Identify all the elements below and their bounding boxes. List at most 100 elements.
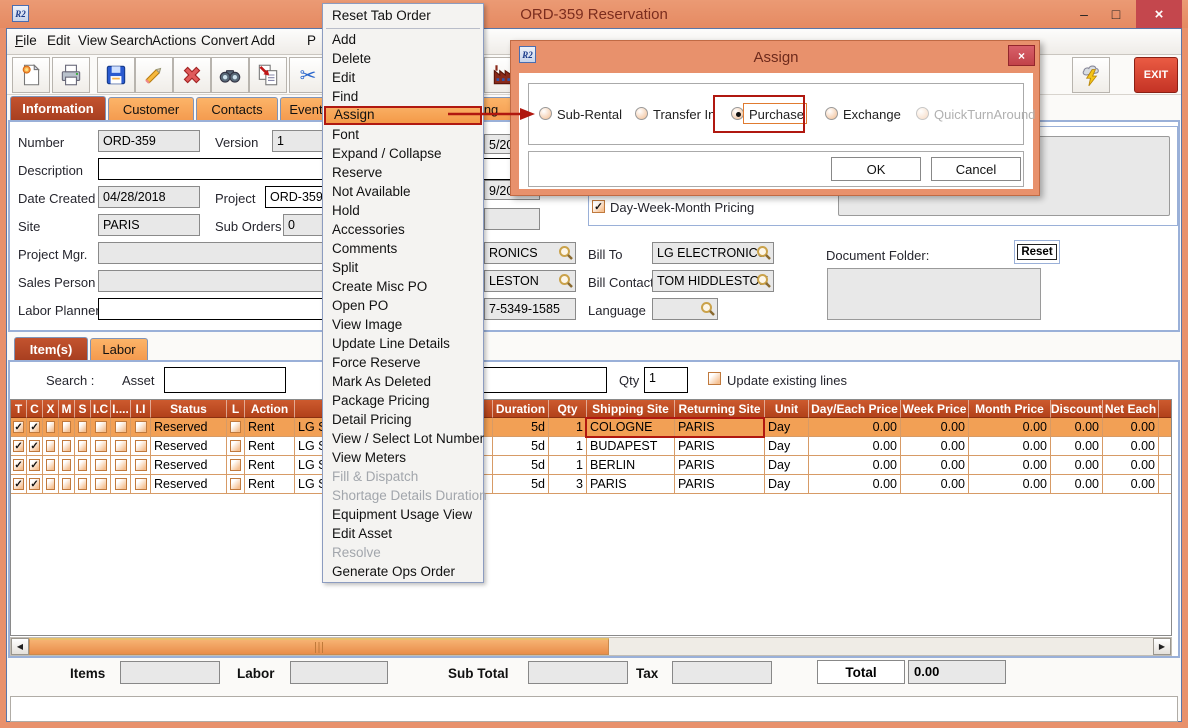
duration-field[interactable] <box>484 208 540 230</box>
grid-header-duration[interactable]: Duration <box>493 400 549 418</box>
grid-header-l[interactable]: L <box>227 400 245 418</box>
row-checkbox[interactable] <box>230 478 241 490</box>
menu-item-update-line-details[interactable]: Update Line Details <box>324 334 482 353</box>
row-checkbox[interactable]: ✓ <box>13 459 23 471</box>
menu-item-equipment-usage-view[interactable]: Equipment Usage View <box>324 505 482 524</box>
row-checkbox[interactable] <box>135 440 147 452</box>
tab-items[interactable]: Item(s) <box>14 337 88 360</box>
reset-button[interactable]: Reset <box>1017 244 1056 260</box>
menu-add[interactable]: Add <box>251 33 275 48</box>
delete-button[interactable] <box>173 57 211 93</box>
update-lines-checkbox[interactable] <box>708 372 721 385</box>
language-field[interactable] <box>652 298 718 320</box>
row-checkbox[interactable] <box>62 478 71 490</box>
table-row[interactable]: ✓✓ReservedRentLG ST5d1BUDAPESTPARISDay0.… <box>11 437 1172 456</box>
dialog-close-button[interactable]: × <box>1008 45 1035 66</box>
edit-button[interactable] <box>135 57 173 93</box>
save-button[interactable] <box>97 57 135 93</box>
grid-header-i-c[interactable]: I.C <box>91 400 111 418</box>
menu-item-create-misc-po[interactable]: Create Misc PO <box>324 277 482 296</box>
grid-header-week-price[interactable]: Week Price <box>901 400 969 418</box>
menu-item-edit[interactable]: Edit <box>324 68 482 87</box>
scrollbar-thumb[interactable] <box>29 638 609 655</box>
menu-convert[interactable]: Convert <box>201 33 248 48</box>
row-checkbox[interactable] <box>78 440 87 452</box>
menu-view[interactable]: View <box>78 33 107 48</box>
tab-information[interactable]: Information <box>10 96 106 120</box>
print-button[interactable] <box>52 57 90 93</box>
phone-field[interactable]: 7-5349-1585 <box>484 298 576 320</box>
search-icon[interactable] <box>756 245 772 264</box>
grid-header-discount[interactable]: Discount <box>1051 400 1103 418</box>
grid-header-s[interactable]: S <box>75 400 91 418</box>
grid-header-m[interactable]: M <box>59 400 75 418</box>
grid-header-qty[interactable]: Qty <box>549 400 587 418</box>
row-checkbox[interactable] <box>78 478 87 490</box>
menu-item-reset-tab-order[interactable]: Reset Tab Order <box>324 5 482 27</box>
row-checkbox[interactable]: ✓ <box>29 440 39 452</box>
cancel-button[interactable]: Cancel <box>931 157 1021 181</box>
table-row[interactable]: ✓✓ReservedRentLG ST5d3PARISPARISDay0.000… <box>11 475 1172 494</box>
row-checkbox[interactable] <box>230 459 241 471</box>
exit-button[interactable]: EXIT <box>1134 57 1178 93</box>
quick-action-button[interactable] <box>1072 57 1110 93</box>
row-checkbox[interactable] <box>115 440 127 452</box>
menu-item-accessories[interactable]: Accessories <box>324 220 482 239</box>
number-field[interactable]: ORD-359 <box>98 130 200 152</box>
row-checkbox[interactable] <box>46 421 55 433</box>
pricing-checkbox[interactable]: ✓ <box>592 200 605 213</box>
ok-button[interactable]: OK <box>831 157 921 181</box>
document-folder-box[interactable] <box>827 268 1041 320</box>
customer-field[interactable]: RONICS <box>484 242 576 264</box>
grid-header-returning-site[interactable]: Returning Site <box>675 400 765 418</box>
menu-file[interactable]: File <box>15 33 37 48</box>
qty-input[interactable]: 1 <box>644 367 688 393</box>
sales-person-field[interactable] <box>98 270 324 292</box>
grid-header-ne[interactable]: Ne <box>1159 400 1172 418</box>
bill-contact-field[interactable]: TOM HIDDLESTON <box>652 270 774 292</box>
grid-header-c[interactable]: C <box>27 400 43 418</box>
row-checkbox[interactable]: ✓ <box>13 478 23 490</box>
menu-item-split[interactable]: Split <box>324 258 482 277</box>
scroll-right-button[interactable]: ▶ <box>1153 638 1171 655</box>
horizontal-scrollbar[interactable]: ◀ ▶ <box>10 637 1172 656</box>
tab-contacts[interactable]: Contacts <box>196 97 278 121</box>
menu-item-delete[interactable]: Delete <box>324 49 482 68</box>
date-created-field[interactable]: 04/28/2018 <box>98 186 200 208</box>
radio-sub-rental[interactable] <box>539 107 552 120</box>
close-button[interactable]: × <box>1136 0 1182 28</box>
row-checkbox[interactable] <box>95 478 107 490</box>
grid-header-day-each-price[interactable]: Day/Each Price <box>809 400 901 418</box>
tab-labor[interactable]: Labor <box>90 338 148 360</box>
search-icon[interactable] <box>558 245 574 264</box>
row-checkbox[interactable]: ✓ <box>13 421 23 433</box>
row-checkbox[interactable] <box>62 421 71 433</box>
menu-edit[interactable]: Edit <box>47 33 70 48</box>
grid-header-action[interactable]: Action <box>245 400 295 418</box>
row-checkbox[interactable] <box>230 440 241 452</box>
row-checkbox[interactable] <box>62 459 71 471</box>
menu-item-not-available[interactable]: Not Available <box>324 182 482 201</box>
row-checkbox[interactable]: ✓ <box>13 440 23 452</box>
row-checkbox[interactable] <box>46 478 55 490</box>
menu-search[interactable]: Search <box>110 33 153 48</box>
site-field[interactable]: PARIS <box>98 214 200 236</box>
menu-item-view-meters[interactable]: View Meters <box>324 448 482 467</box>
grid-header-x[interactable]: X <box>43 400 59 418</box>
tab-customer[interactable]: Customer <box>108 97 194 121</box>
project-mgr-field[interactable] <box>98 242 324 264</box>
menu-item-reserve[interactable]: Reserve <box>324 163 482 182</box>
row-checkbox[interactable] <box>115 459 127 471</box>
menu-item-comments[interactable]: Comments <box>324 239 482 258</box>
menu-item-package-pricing[interactable]: Package Pricing <box>324 391 482 410</box>
search-icon[interactable] <box>558 273 574 292</box>
bill-to-field[interactable]: LG ELECTRONICS <box>652 242 774 264</box>
search-icon[interactable] <box>700 301 716 320</box>
row-checkbox[interactable] <box>135 459 147 471</box>
menu-item-mark-as-deleted[interactable]: Mark As Deleted <box>324 372 482 391</box>
row-checkbox[interactable] <box>95 459 107 471</box>
menu-item-detail-pricing[interactable]: Detail Pricing <box>324 410 482 429</box>
row-checkbox[interactable] <box>46 459 55 471</box>
search-icon[interactable] <box>756 273 772 292</box>
row-checkbox[interactable] <box>135 478 147 490</box>
